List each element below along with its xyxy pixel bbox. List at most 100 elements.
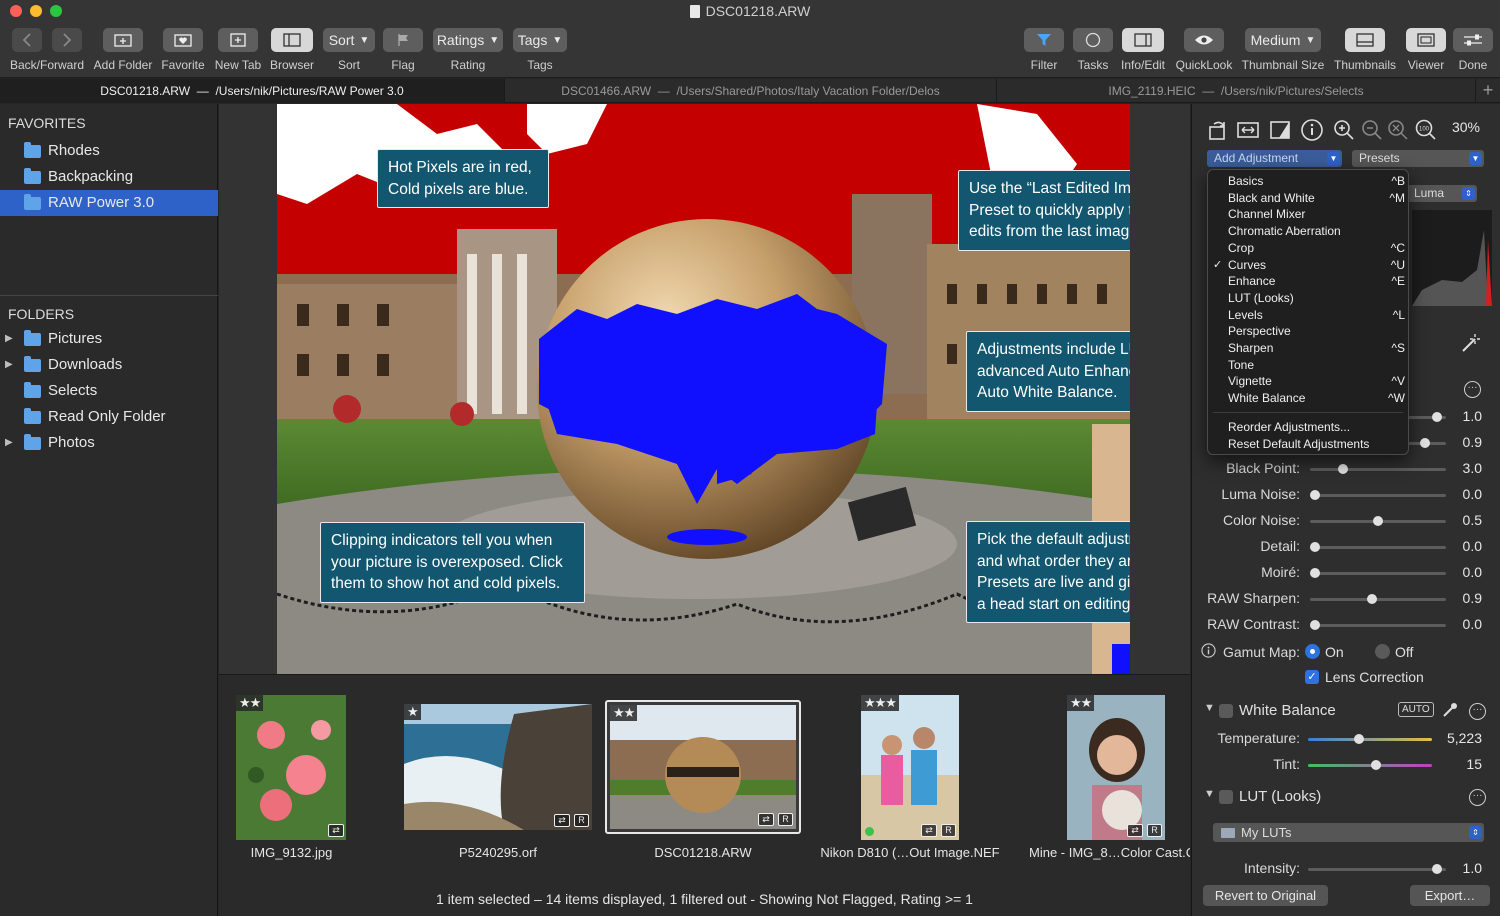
add-tab-button[interactable]: + <box>1476 79 1500 103</box>
tags-button[interactable]: Tags ▼ <box>513 28 567 52</box>
filmstrip-item[interactable]: ★★★ ⇄ R Nikon D810 (…Out Image.NEF <box>819 675 1000 875</box>
filmstrip-item[interactable]: ★★ ⇄ IMG_9132.jpg <box>219 675 389 875</box>
add-folder-item[interactable]: Add Folder <box>92 28 154 72</box>
info-edit-item[interactable]: Info/Edit <box>1118 28 1168 72</box>
slider-knob[interactable] <box>1310 542 1320 552</box>
lut-checkbox[interactable] <box>1219 790 1233 804</box>
slider-track[interactable] <box>1310 464 1446 474</box>
menu-item-channel-mixer[interactable]: Channel Mixer <box>1208 206 1408 223</box>
disclosure-triangle-icon[interactable]: ▼ <box>1204 788 1215 800</box>
zoom-100-icon[interactable]: 100 <box>1414 118 1438 142</box>
temperature-track[interactable] <box>1308 734 1432 744</box>
thumbnail-size-button[interactable]: Medium ▼ <box>1245 28 1321 52</box>
menu-item-sharpen[interactable]: Sharpen ^S <box>1208 340 1408 357</box>
filter-button[interactable] <box>1024 28 1064 52</box>
thumbnail-image[interactable]: ★★ ⇄ <box>236 695 346 840</box>
intensity-value[interactable]: 1.0 <box>1463 860 1482 876</box>
zoom-fit-icon[interactable] <box>1386 118 1410 142</box>
intensity-knob[interactable] <box>1432 864 1443 874</box>
slider-value[interactable]: 0.0 <box>1463 486 1482 502</box>
slider-knob[interactable] <box>1310 490 1320 500</box>
new-tab-item[interactable]: New Tab <box>212 28 264 72</box>
lut-selector[interactable]: My LUTs ⇕ <box>1213 823 1484 842</box>
menu-item-lut-looks[interactable]: LUT (Looks) <box>1208 290 1408 307</box>
tint-knob[interactable] <box>1370 760 1381 770</box>
tab-dsc01466[interactable]: DSC01466.ARW — /Users/Shared/Photos/Ital… <box>505 79 997 103</box>
done-button[interactable] <box>1453 28 1493 52</box>
zoom-in-icon[interactable] <box>1332 118 1356 142</box>
slider-track[interactable] <box>1310 516 1446 526</box>
image-viewer[interactable]: Hot Pixels are in red, Cold pixels are b… <box>219 104 1190 674</box>
revert-to-original-button[interactable]: Revert to Original <box>1203 885 1328 906</box>
add-folder-button[interactable] <box>103 28 143 52</box>
slider-value[interactable]: 0.0 <box>1463 564 1482 580</box>
viewer-item[interactable]: Viewer <box>1404 28 1448 72</box>
slider-track[interactable] <box>1310 594 1446 604</box>
disclosure-triangle-icon[interactable]: ▼ <box>1204 702 1215 714</box>
slider-knob[interactable] <box>1366 594 1377 604</box>
gamut-on-radio[interactable] <box>1305 644 1320 659</box>
sidebar-item-photos[interactable]: ▶ Photos <box>0 430 218 456</box>
filmstrip-item[interactable]: ★★ ⇄ R Mine - IMG_8…Color Cast.C <box>1029 675 1190 875</box>
filter-item[interactable]: Filter <box>1022 28 1066 72</box>
flag-item[interactable]: Flag <box>382 28 424 72</box>
slider-value[interactable]: 3.0 <box>1463 460 1482 476</box>
menu-item-reset-default-adjustments[interactable]: Reset Default Adjustments <box>1208 436 1408 453</box>
menu-item-white-balance[interactable]: White Balance ^W <box>1208 390 1408 407</box>
slider-knob[interactable] <box>1337 464 1348 474</box>
tint-value[interactable]: 15 <box>1466 756 1482 772</box>
white-balance-checkbox[interactable] <box>1219 704 1233 718</box>
thumbnails-item[interactable]: Thumbnails <box>1332 28 1398 72</box>
options-ellipsis-icon[interactable]: ··· <box>1469 789 1486 806</box>
menu-item-perspective[interactable]: Perspective <box>1208 323 1408 340</box>
flip-icon[interactable] <box>1236 118 1260 142</box>
menu-item-basics[interactable]: Basics ^B <box>1208 173 1408 190</box>
slider-value[interactable]: 0.9 <box>1463 590 1482 606</box>
slider-value[interactable]: 0.9 <box>1463 434 1482 450</box>
auto-white-balance-button[interactable]: AUTO <box>1398 702 1434 717</box>
options-ellipsis-icon[interactable]: ··· <box>1464 381 1481 398</box>
presets-popup[interactable]: Presets ▼ <box>1352 150 1484 167</box>
thumbnails-button[interactable] <box>1345 28 1385 52</box>
export-button[interactable]: Export… <box>1410 885 1490 906</box>
menu-item-levels[interactable]: Levels ^L <box>1208 307 1408 324</box>
disclosure-triangle-icon[interactable]: ▶ <box>5 326 13 352</box>
menu-item-black-and-white[interactable]: Black and White ^M <box>1208 190 1408 207</box>
sort-button[interactable]: Sort ▼ <box>323 28 375 52</box>
menu-item-vignette[interactable]: Vignette ^V <box>1208 373 1408 390</box>
slider-track[interactable] <box>1310 542 1446 552</box>
slider-knob[interactable] <box>1310 568 1320 578</box>
eyedropper-icon[interactable] <box>1442 702 1458 718</box>
slider-value[interactable]: 1.0 <box>1463 408 1482 424</box>
slider-track[interactable] <box>1310 568 1446 578</box>
zoom-out-icon[interactable] <box>1360 118 1384 142</box>
intensity-track[interactable] <box>1308 864 1446 874</box>
filmstrip-item-selected[interactable]: ★★ ⇄ R DSC01218.ARW <box>605 675 805 875</box>
thumbnail-image[interactable]: ★★ ⇄ R <box>610 705 796 829</box>
menu-item-reorder-adjustments[interactable]: Reorder Adjustments... <box>1208 419 1408 436</box>
tasks-item[interactable]: Tasks <box>1072 28 1114 72</box>
options-ellipsis-icon[interactable]: ··· <box>1469 703 1486 720</box>
thumbnail-image[interactable]: ★★ ⇄ R <box>1067 695 1165 840</box>
menu-item-tone[interactable]: Tone <box>1208 357 1408 374</box>
slider-knob[interactable] <box>1373 516 1383 526</box>
browser-button[interactable] <box>271 28 313 52</box>
forward-button[interactable] <box>52 28 82 52</box>
slider-value[interactable]: 0.0 <box>1463 616 1482 632</box>
rating-item[interactable]: Ratings ▼ Rating <box>432 28 504 72</box>
gamut-off-radio[interactable] <box>1375 644 1390 659</box>
done-item[interactable]: Done <box>1452 28 1494 72</box>
menu-item-crop[interactable]: Crop ^C <box>1208 240 1408 257</box>
menu-item-enhance[interactable]: Enhance ^E <box>1208 273 1408 290</box>
slider-knob[interactable] <box>1419 438 1430 448</box>
magic-wand-icon[interactable] <box>1460 332 1482 354</box>
favorite-item[interactable]: Favorite <box>158 28 208 72</box>
sidebar-item-raw-power[interactable]: RAW Power 3.0 <box>0 190 218 216</box>
filmstrip-item[interactable]: ★ ⇄ R P5240295.orf <box>399 675 599 875</box>
temperature-knob[interactable] <box>1353 734 1364 744</box>
tint-track[interactable] <box>1308 760 1432 770</box>
sort-item[interactable]: Sort ▼ Sort <box>322 28 376 72</box>
thumbnail-image[interactable]: ★ ⇄ R <box>404 704 592 830</box>
info-icon[interactable] <box>1201 643 1216 658</box>
thumbnail-size-item[interactable]: Medium ▼ Thumbnail Size <box>1240 28 1326 72</box>
